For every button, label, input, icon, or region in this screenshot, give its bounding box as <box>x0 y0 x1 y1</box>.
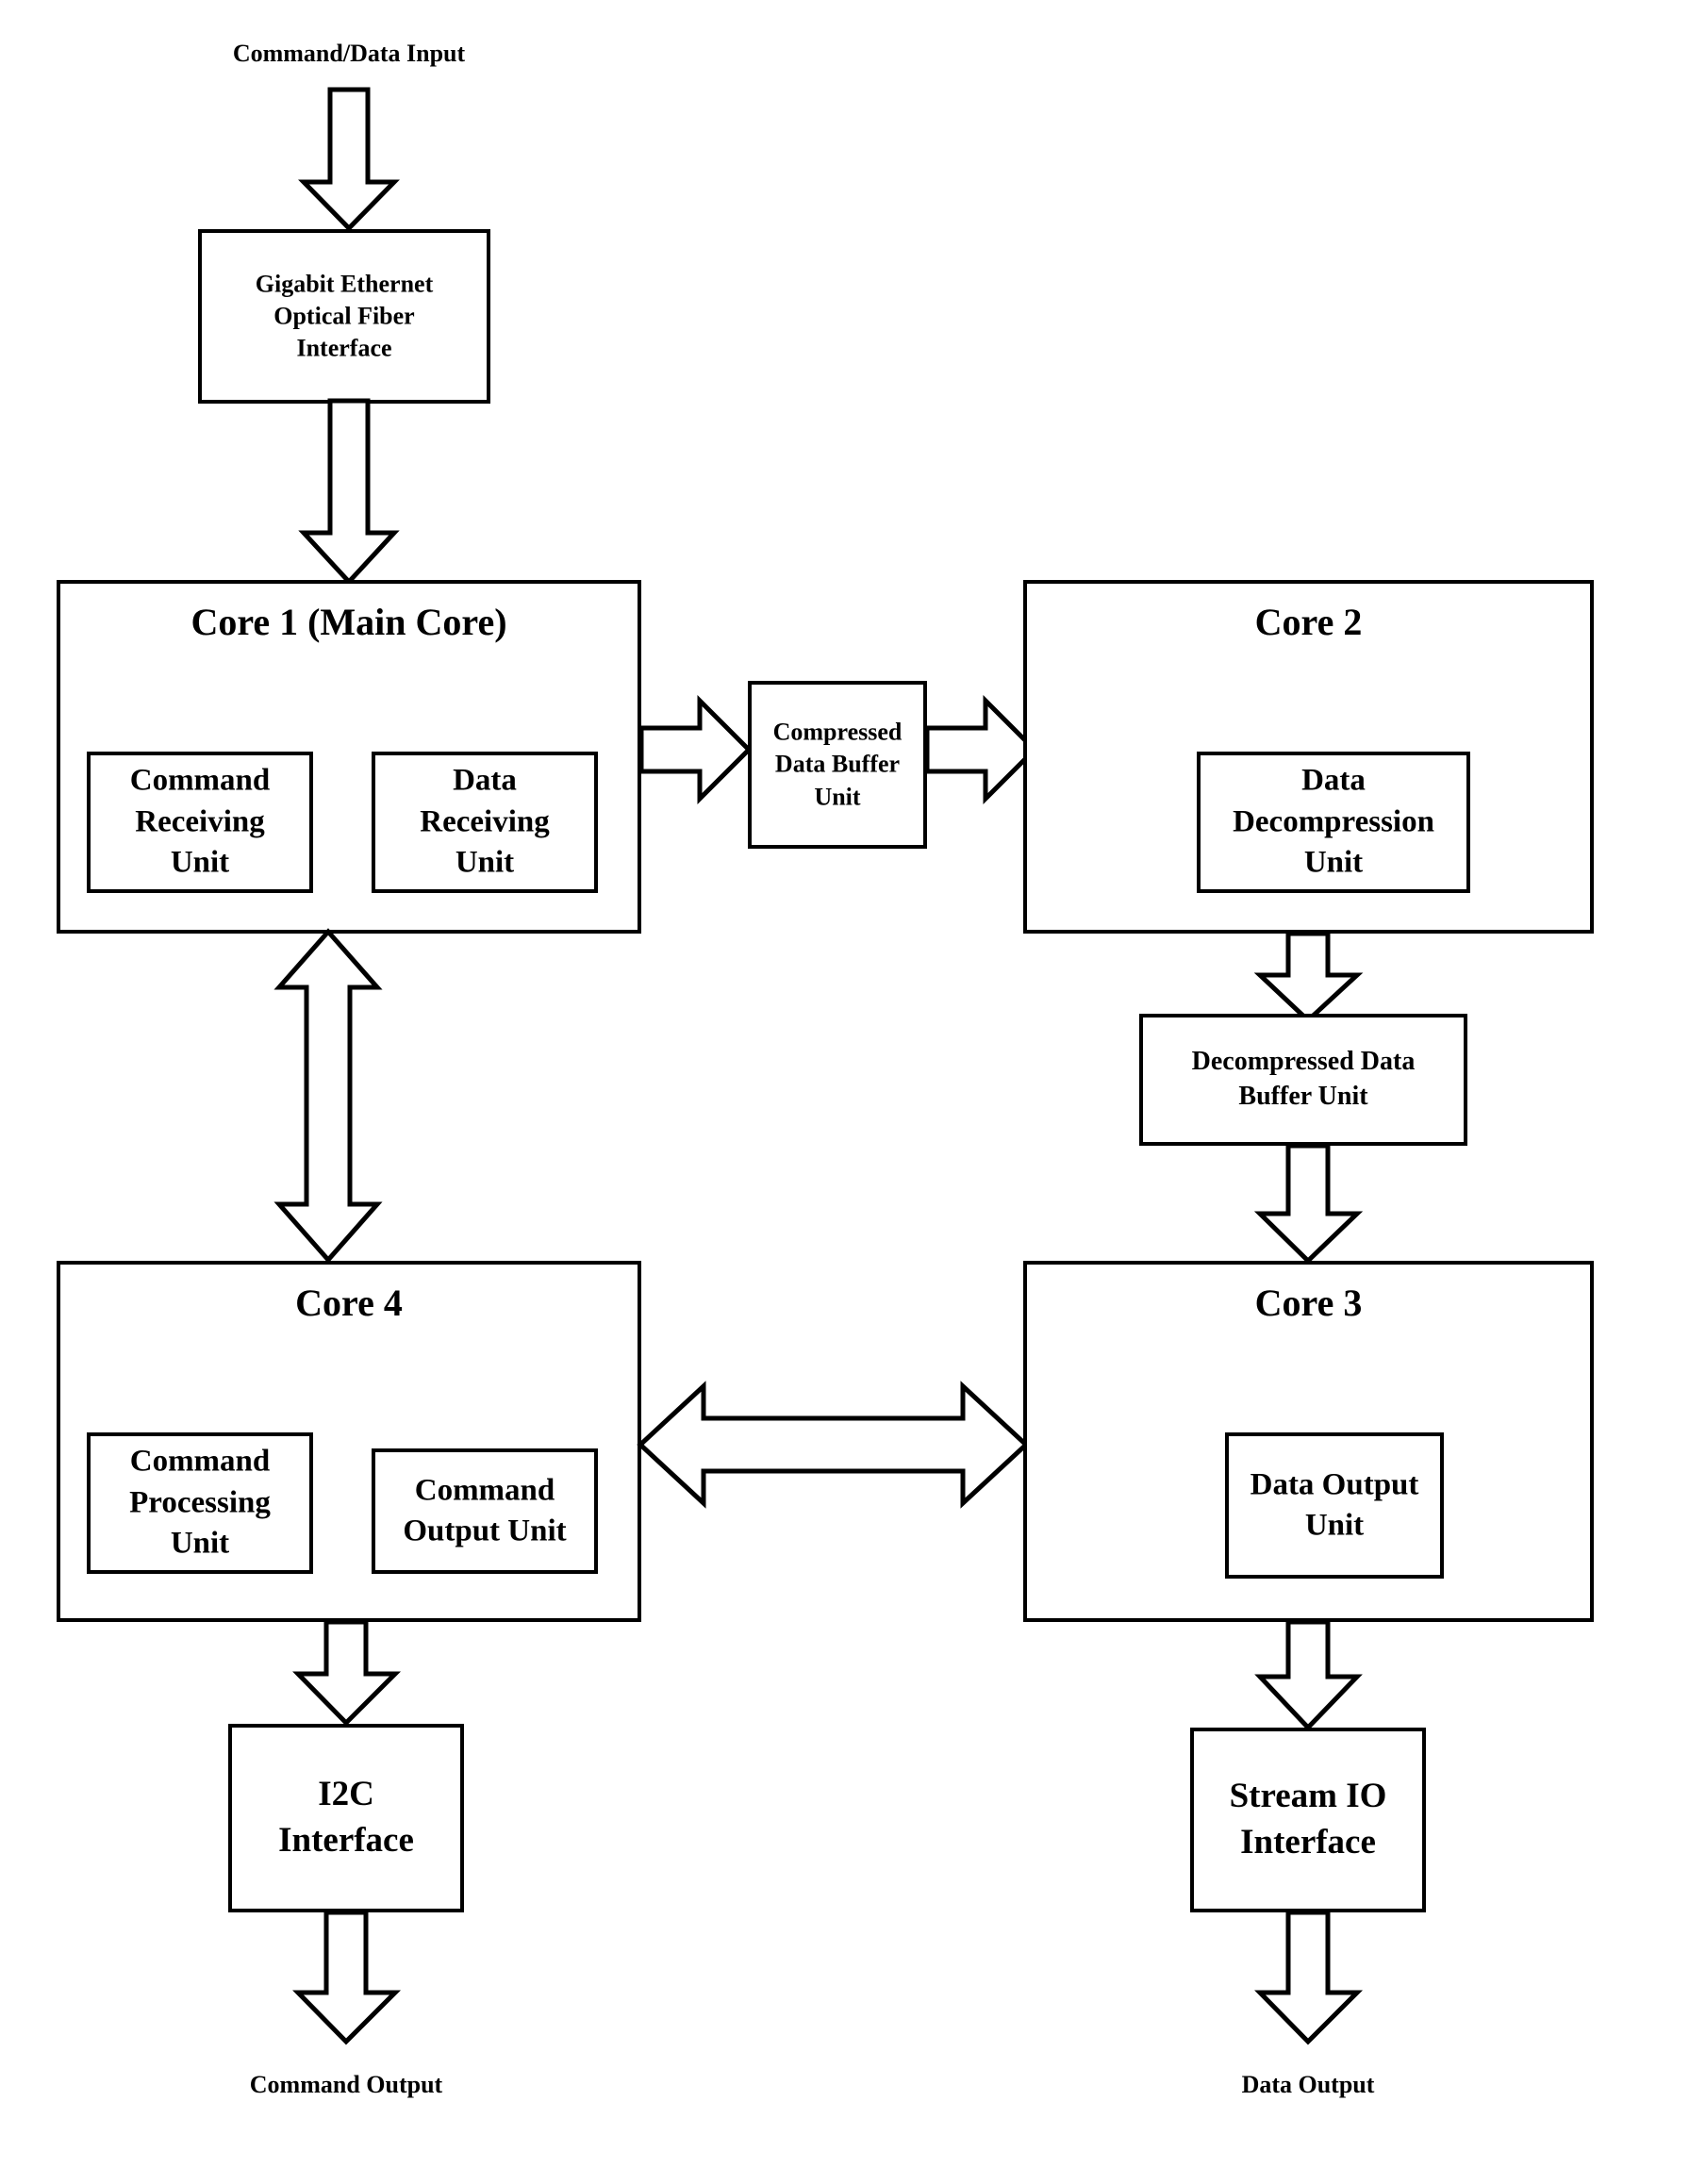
compressed-data-buffer-unit-box[interactable]: Compressed Data Buffer Unit <box>748 681 927 849</box>
command-output-unit-text: Command Output Unit <box>375 1470 594 1552</box>
data-output-unit-text: Data Output Unit <box>1229 1464 1440 1547</box>
ddb-line-1: Decompressed Data <box>1191 1047 1416 1077</box>
i2c-interface-text: I2C Interface <box>232 1772 460 1864</box>
ddu-line-2: Decompression <box>1233 804 1434 839</box>
cpu-line-2: Processing <box>129 1485 271 1520</box>
cpu-line-1: Command <box>129 1444 271 1479</box>
ddu-line-3: Unit <box>1303 845 1364 880</box>
core-4-title: Core 4 <box>295 1282 403 1324</box>
gigabit-ethernet-box-text: Gigabit Ethernet Optical Fiber Interface <box>202 268 487 365</box>
cou-line-1: Command <box>414 1472 555 1507</box>
decompressed-data-buffer-unit-box[interactable]: Decompressed Data Buffer Unit <box>1139 1014 1467 1146</box>
command-processing-unit-box[interactable]: Command Processing Unit <box>87 1432 313 1574</box>
stream-io-interface-box[interactable]: Stream IO Interface <box>1190 1728 1426 1912</box>
stream-io-interface-text: Stream IO Interface <box>1194 1774 1422 1866</box>
diagram-canvas: Command/Data Input Gigabit Ethernet Opti… <box>0 0 1706 2184</box>
command-data-input-label: Command/Data Input <box>232 40 466 67</box>
arrow-i2c-to-command-output <box>292 1910 402 2045</box>
arrow-stream-io-to-data-output <box>1254 1910 1364 2045</box>
arrow-decompressed-buffer-to-core3 <box>1253 1143 1364 1265</box>
cdb-line-1: Compressed <box>772 718 903 746</box>
arrow-core1-core4-bidirectional <box>272 928 385 1264</box>
cou-line-2: Output Unit <box>403 1514 567 1548</box>
arrow-compressed-buffer-to-core2 <box>924 693 1038 806</box>
cdb-line-3: Unit <box>814 783 861 811</box>
data-receiving-unit-text: Data Receiving Unit <box>375 761 594 885</box>
dru-line-3: Unit <box>455 845 515 880</box>
command-receiving-unit-box[interactable]: Command Receiving Unit <box>87 752 313 893</box>
gigabit-line-1: Gigabit Ethernet <box>255 270 434 298</box>
gigabit-line-3: Interface <box>296 334 392 362</box>
command-processing-unit-text: Command Processing Unit <box>91 1442 309 1565</box>
arrow-input-to-gigabit <box>297 87 401 232</box>
ddb-line-2: Buffer Unit <box>1238 1082 1368 1111</box>
arrow-gigabit-to-core1 <box>297 398 401 586</box>
stream-io-line-2: Interface <box>1240 1823 1376 1861</box>
core-1-title: Core 1 (Main Core) <box>190 601 507 643</box>
arrow-core2-to-decompressed-buffer <box>1253 931 1364 1024</box>
cpu-line-3: Unit <box>170 1526 230 1561</box>
core-3-title: Core 3 <box>1254 1282 1363 1324</box>
arrow-core4-to-i2c <box>292 1619 402 1727</box>
i2c-interface-box[interactable]: I2C Interface <box>228 1724 464 1912</box>
stream-io-line-1: Stream IO <box>1229 1777 1387 1816</box>
data-decompression-unit-box[interactable]: Data Decompression Unit <box>1197 752 1470 893</box>
cru-line-2: Receiving <box>135 804 265 839</box>
arrow-core4-core3-bidirectional <box>637 1377 1030 1514</box>
core-2-title: Core 2 <box>1254 601 1363 643</box>
command-output-label: Command Output <box>249 2071 443 2098</box>
cdb-line-2: Data Buffer <box>774 750 901 778</box>
ddu-line-1: Data <box>1301 763 1366 798</box>
data-output-unit-box[interactable]: Data Output Unit <box>1225 1432 1444 1579</box>
core-3-box[interactable]: Core 3 Data Output Unit <box>1023 1261 1594 1622</box>
dru-line-1: Data <box>453 763 517 798</box>
core-2-box[interactable]: Core 2 Data Decompression Unit <box>1023 580 1594 934</box>
arrow-core3-to-stream-io <box>1254 1619 1363 1731</box>
command-output-unit-box[interactable]: Command Output Unit <box>372 1448 598 1574</box>
decompressed-data-buffer-unit-text: Decompressed Data Buffer Unit <box>1143 1045 1464 1115</box>
gigabit-line-2: Optical Fiber <box>273 302 415 330</box>
gigabit-ethernet-optical-fiber-interface-box[interactable]: Gigabit Ethernet Optical Fiber Interface <box>198 229 490 404</box>
core-1-box[interactable]: Core 1 (Main Core) Command Receiving Uni… <box>57 580 641 934</box>
arrow-core1-to-compressed-buffer <box>638 693 753 806</box>
i2c-line-2: Interface <box>278 1821 414 1860</box>
cru-line-1: Command <box>129 763 271 798</box>
core-4-box[interactable]: Core 4 Command Processing Unit Command O… <box>57 1261 641 1622</box>
data-output-label: Data Output <box>1241 2071 1375 2098</box>
cru-line-3: Unit <box>170 845 230 880</box>
compressed-data-buffer-unit-text: Compressed Data Buffer Unit <box>752 717 923 814</box>
dru-line-2: Receiving <box>420 804 550 839</box>
i2c-line-1: I2C <box>318 1775 374 1814</box>
command-receiving-unit-text: Command Receiving Unit <box>91 761 309 885</box>
data-decompression-unit-text: Data Decompression Unit <box>1201 761 1466 885</box>
data-receiving-unit-box[interactable]: Data Receiving Unit <box>372 752 598 893</box>
dou-line-2: Unit <box>1304 1508 1365 1543</box>
dou-line-1: Data Output <box>1250 1466 1419 1501</box>
